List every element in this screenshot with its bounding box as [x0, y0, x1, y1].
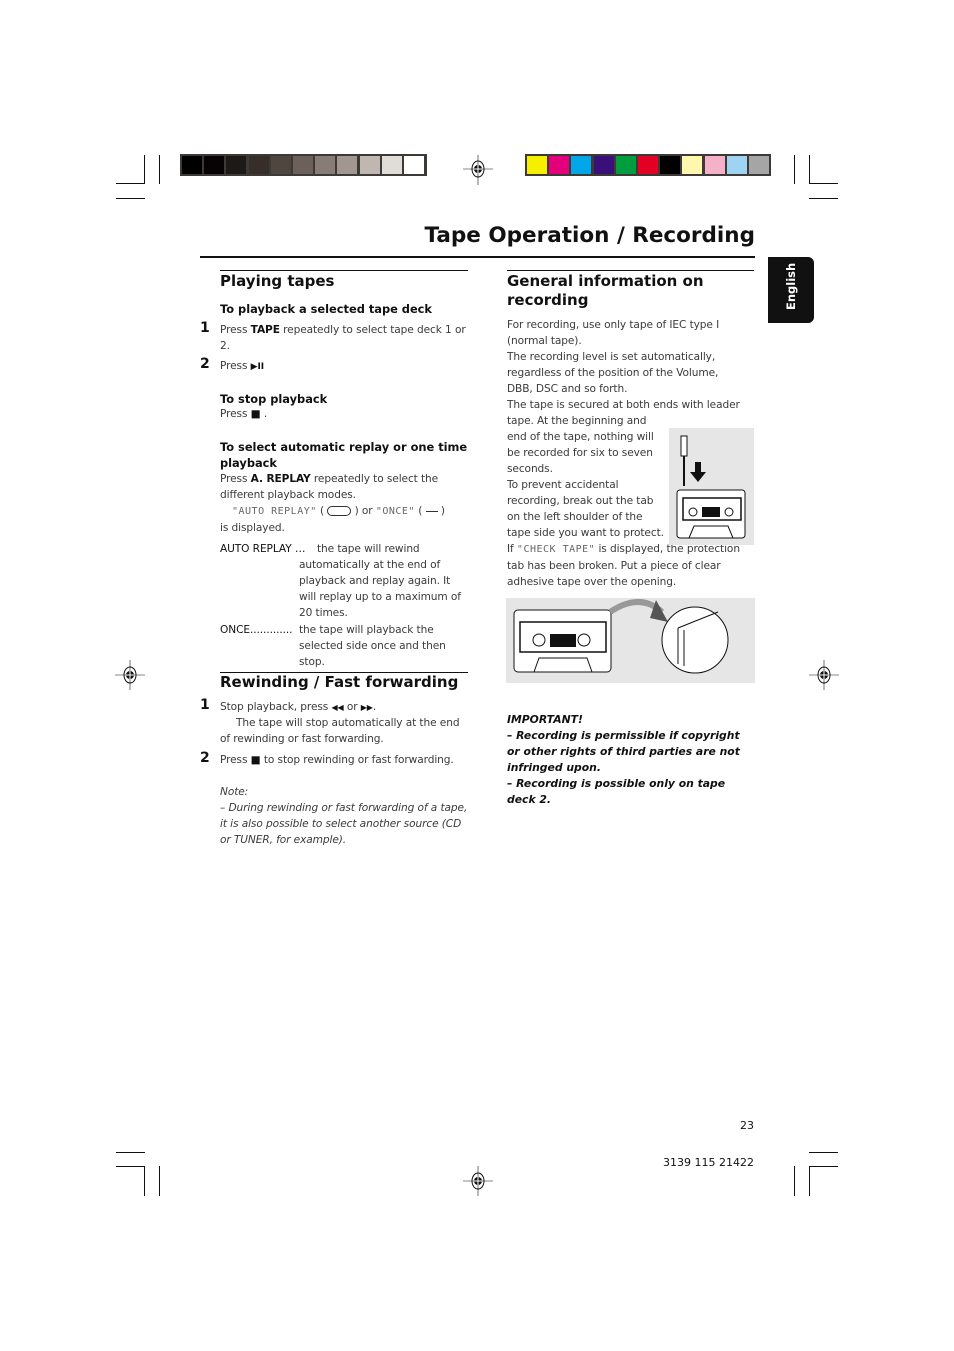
paragraph: tape. At the beginning and end of the ta…	[507, 415, 654, 475]
color-swatch	[638, 156, 658, 174]
color-swatch	[593, 156, 614, 174]
document-code: 3139 115 21422	[663, 1156, 754, 1169]
display-text: "AUTO REPLAY" ( ) or "ONCE" ( ) is displa…	[220, 505, 445, 534]
stop-text: Press ■ .	[220, 408, 268, 420]
important-label: IMPORTANT!	[507, 713, 583, 726]
play-pause-icon: ▶II	[250, 362, 264, 372]
subheading: To select automatic replay or one time p…	[220, 440, 468, 470]
paragraph: If "CHECK TAPE" is displayed, the protec…	[507, 543, 740, 588]
crop-mark	[809, 1166, 810, 1196]
crop-mark	[144, 155, 145, 184]
cassette-tape-over-opening-illustration	[506, 598, 755, 683]
grayscale-bar	[180, 154, 427, 176]
crop-mark	[116, 1152, 145, 1153]
title-rule	[200, 256, 755, 258]
section-heading-recording: General information on recording	[507, 272, 704, 309]
once-symbol-icon	[425, 510, 438, 512]
crop-mark	[809, 155, 810, 184]
registration-mark-icon	[115, 660, 145, 690]
color-swatch	[615, 156, 636, 174]
step-note: The tape will stop automatically at the …	[220, 717, 460, 745]
section-rule	[220, 270, 468, 271]
step-text: Press ■ to stop rewinding or fast forwar…	[220, 754, 454, 766]
stop-icon: ■	[250, 408, 261, 420]
crop-mark	[159, 1166, 160, 1196]
term-auto-replay: AUTO REPLAY …	[220, 543, 306, 555]
cassette-closeup-icon	[513, 599, 729, 674]
step-text: Press ▶II	[220, 360, 264, 372]
registration-mark-icon	[463, 155, 493, 185]
note-label: Note:	[220, 786, 249, 798]
step-number: 1	[200, 697, 210, 713]
stop-icon: ■	[250, 754, 261, 766]
language-tab: English	[768, 257, 814, 323]
crop-mark	[116, 183, 145, 184]
page-title: Tape Operation / Recording	[424, 223, 755, 248]
crop-mark	[144, 1166, 145, 1196]
crop-mark	[809, 183, 838, 184]
section-rule	[507, 270, 754, 271]
desc-once: the tape will playback the selected side…	[299, 624, 446, 668]
rewind-icon: ◀◀	[331, 703, 344, 712]
section-heading-rewinding: Rewinding / Fast forwarding	[220, 673, 459, 691]
color-swatch	[359, 156, 380, 174]
step-text: Press TAPE repeatedly to select tape dec…	[220, 324, 466, 352]
step-number: 2	[200, 356, 210, 372]
crop-mark	[116, 198, 145, 199]
subheading: To playback a selected tape deck	[220, 302, 433, 316]
color-swatch	[549, 156, 570, 174]
cassette-tab-illustration	[669, 428, 754, 545]
color-swatch	[404, 156, 424, 174]
color-swatch	[337, 156, 358, 174]
color-swatch	[248, 156, 269, 174]
color-swatch	[682, 156, 703, 174]
crop-mark	[116, 1166, 145, 1167]
color-swatch	[381, 156, 402, 174]
color-swatch	[704, 156, 725, 174]
important-item: – Recording is permissible if copyright …	[507, 729, 740, 774]
note-text: – During rewinding or fast forwarding of…	[220, 802, 468, 846]
auto-replay-symbol-icon	[327, 506, 352, 516]
registration-mark-icon	[463, 1166, 493, 1196]
step-number: 2	[200, 750, 210, 766]
page-number: 23	[740, 1119, 754, 1132]
color-swatch	[270, 156, 291, 174]
crop-mark	[809, 1152, 838, 1153]
fast-forward-icon: ▶▶	[360, 703, 373, 712]
screwdriver-cassette-icon	[676, 435, 746, 539]
important-item: – Recording is possible only on tape dec…	[507, 777, 726, 806]
color-bar	[525, 154, 771, 176]
color-swatch	[749, 156, 769, 174]
crop-mark	[809, 198, 838, 199]
paragraph: For recording, use only tape of IEC type…	[507, 319, 720, 347]
color-swatch	[571, 156, 592, 174]
registration-mark-icon	[809, 660, 839, 690]
crop-mark	[809, 1166, 838, 1167]
paragraph: The recording level is set automatically…	[507, 351, 719, 395]
section-heading-playing-tapes: Playing tapes	[220, 272, 335, 290]
paragraph: The tape is secured at both ends with le…	[507, 399, 740, 411]
color-swatch	[226, 156, 247, 174]
crop-mark	[794, 155, 795, 184]
color-swatch	[293, 156, 313, 174]
paragraph: To prevent accidental recording, break o…	[507, 479, 664, 539]
color-swatch	[660, 156, 681, 174]
term-once: ONCE.............	[220, 624, 293, 636]
color-swatch	[527, 156, 547, 174]
replay-text: Press A. REPLAY repeatedly to select the…	[220, 473, 439, 501]
color-swatch	[182, 156, 202, 174]
crop-mark	[794, 1166, 795, 1196]
color-swatch	[204, 156, 225, 174]
language-label: English	[784, 262, 798, 310]
subheading: To stop playback	[220, 392, 328, 406]
crop-mark	[159, 155, 160, 184]
step-text: Stop playback, press ◀◀ or ▶▶.	[220, 701, 377, 713]
step-number: 1	[200, 320, 210, 336]
color-swatch	[315, 156, 336, 174]
desc-auto-replay: the tape will rewind automatically at th…	[299, 543, 461, 619]
color-swatch	[726, 156, 747, 174]
